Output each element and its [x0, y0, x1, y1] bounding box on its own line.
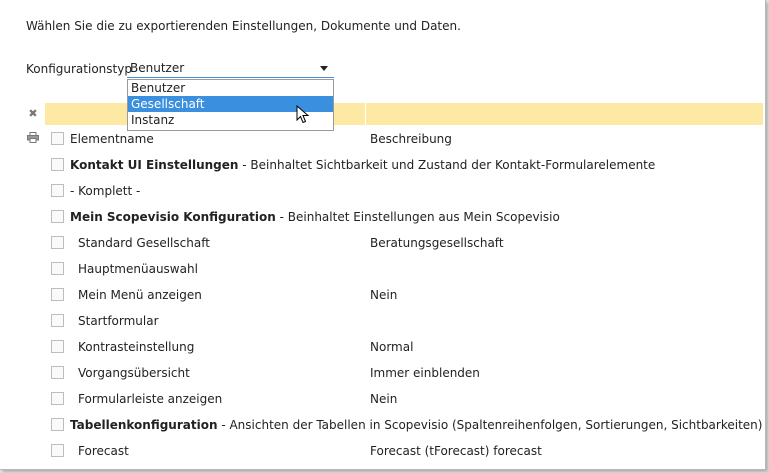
row-checkbox[interactable]	[51, 366, 64, 379]
table-row[interactable]: Mein Scopevisio Konfiguration - Beinhalt…	[45, 204, 763, 230]
row-description: Immer einblenden	[370, 366, 480, 380]
chevron-down-icon[interactable]	[320, 66, 328, 71]
row-checkbox[interactable]	[51, 288, 64, 301]
row-description: Beratungsgesellschaft	[370, 236, 504, 250]
row-element-name: Hauptmenüauswahl	[78, 262, 198, 276]
table-row[interactable]: Forecast Forecast (tForecast) forecast	[45, 438, 763, 464]
row-checkbox[interactable]	[51, 314, 64, 327]
row-checkbox[interactable]	[51, 262, 64, 275]
table-row[interactable]: - Komplett -	[45, 178, 763, 204]
row-element-title: Tabellenkonfiguration	[70, 418, 218, 432]
row-element-text: Formularleiste anzeigen	[78, 392, 223, 406]
printer-icon[interactable]	[27, 132, 39, 143]
row-description: Nein	[370, 392, 398, 406]
row-description: Nein	[370, 288, 398, 302]
export-panel: Wählen Sie die zu exportierenden Einstel…	[0, 0, 766, 470]
row-element-text: Forecast	[78, 444, 129, 458]
option-benutzer[interactable]: Benutzer	[128, 80, 333, 96]
filter-column-divider	[365, 103, 366, 125]
row-element-name: Forecast	[78, 444, 129, 458]
row-element-text: - Beinhaltet Sichtbarkeit und Zustand de…	[238, 158, 656, 172]
row-element-text: Kontrasteinstellung	[78, 340, 195, 354]
row-element-text: - Ansichten der Tabellen in Scopevisio (…	[217, 418, 763, 432]
table-row[interactable]: Formularleiste anzeigen Nein	[45, 386, 763, 412]
row-checkbox[interactable]	[51, 392, 64, 405]
row-element-text: - Komplett -	[70, 184, 141, 198]
row-element-name: Tabellenkonfiguration - Ansichten der Ta…	[70, 418, 762, 432]
row-element-text: Vorgangsübersicht	[78, 366, 190, 380]
table-row[interactable]: Standard Gesellschaft Beratungsgesellscha…	[45, 230, 763, 256]
row-element-title: Kontakt UI Einstellungen	[70, 158, 239, 172]
row-checkbox[interactable]	[51, 340, 64, 353]
row-checkbox[interactable]	[51, 184, 64, 197]
row-description: Normal	[370, 340, 414, 354]
config-type-label: Konfigurationstyp	[26, 62, 132, 76]
table-row[interactable]: Kontakt UI Einstellungen - Beinhaltet Si…	[45, 152, 763, 178]
row-element-text: Hauptmenüauswahl	[78, 262, 198, 276]
row-element-text: - Beinhaltet Einstellungen aus Mein Scop…	[275, 210, 560, 224]
row-element-text: Startformular	[78, 314, 159, 328]
column-header-description[interactable]: Beschreibung	[370, 132, 452, 146]
row-element-name: Mein Scopevisio Konfiguration - Beinhalt…	[70, 210, 560, 224]
table-row[interactable]: Kontrasteinstellung Normal	[45, 334, 763, 360]
row-description: Forecast (tForecast) forecast	[370, 444, 542, 458]
table-row[interactable]: Vorgangsübersicht Immer einblenden	[45, 360, 763, 386]
row-checkbox[interactable]	[51, 236, 64, 249]
row-element-name: Mein Menü anzeigen	[78, 288, 202, 302]
row-checkbox[interactable]	[51, 418, 64, 431]
row-element-name: Kontakt UI Einstellungen - Beinhaltet Si…	[70, 158, 655, 172]
config-type-value: Benutzer	[130, 61, 185, 75]
table-row[interactable]: Startformular	[45, 308, 763, 334]
row-element-name: Standard Gesellschaft	[78, 236, 210, 250]
table-row[interactable]: Tabellenkonfiguration - Ansichten der Ta…	[45, 412, 763, 438]
config-type-select[interactable]: Benutzer	[127, 58, 334, 78]
row-element-name: Formularleiste anzeigen	[78, 392, 222, 406]
row-element-name: Startformular	[78, 314, 159, 328]
column-header-name[interactable]: Elementname	[70, 132, 154, 146]
close-icon[interactable]: ✖	[26, 107, 40, 121]
row-checkbox[interactable]	[51, 158, 64, 171]
row-element-text: Mein Menü anzeigen	[78, 288, 202, 302]
table-row[interactable]: Hauptmenüauswahl	[45, 256, 763, 282]
mouse-pointer-icon	[296, 105, 310, 124]
row-element-name: Kontrasteinstellung	[78, 340, 194, 354]
row-element-name: Vorgangsübersicht	[78, 366, 190, 380]
row-checkbox[interactable]	[51, 444, 64, 457]
table-row[interactable]: Mein Menü anzeigen Nein	[45, 282, 763, 308]
row-element-title: Mein Scopevisio Konfiguration	[70, 210, 276, 224]
row-element-text: Standard Gesellschaft	[78, 236, 210, 250]
intro-text: Wählen Sie die zu exportierenden Einstel…	[26, 19, 461, 33]
select-all-checkbox[interactable]	[51, 132, 64, 145]
row-element-name: - Komplett -	[70, 184, 140, 198]
row-checkbox[interactable]	[51, 210, 64, 223]
